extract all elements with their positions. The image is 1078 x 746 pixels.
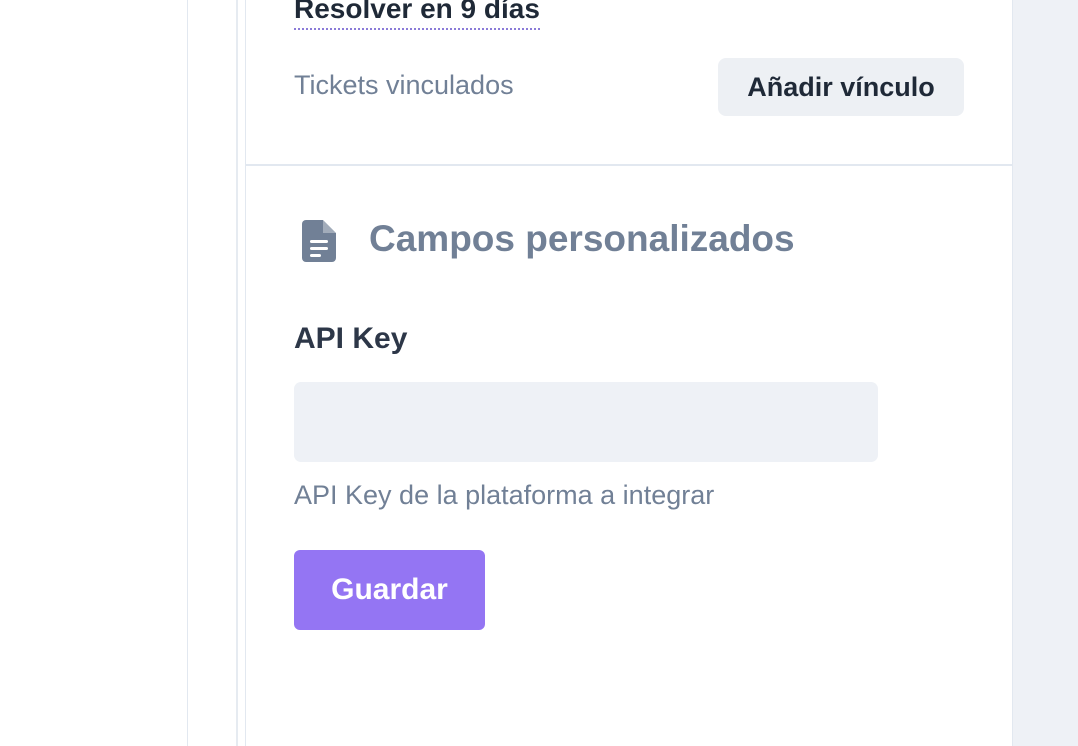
api-key-label: API Key [294, 322, 408, 355]
linked-tickets-label: Tickets vinculados [294, 70, 514, 100]
api-key-input[interactable] [294, 382, 878, 462]
add-link-button[interactable]: Añadir vínculo [718, 58, 964, 116]
gutter [188, 0, 238, 746]
section-divider [246, 164, 1012, 166]
sla-link[interactable]: Resolver en 9 días [294, 0, 540, 30]
page-background-right [1012, 0, 1078, 746]
custom-fields-title: Campos personalizados [369, 218, 795, 259]
left-sidebar [0, 0, 188, 746]
api-key-help-text: API Key de la plataforma a integrar [294, 480, 715, 510]
ticket-details-panel: Resolver en 9 días Tickets vinculados Añ… [245, 0, 1012, 746]
save-button[interactable]: Guardar [294, 550, 485, 630]
document-icon [302, 220, 336, 262]
